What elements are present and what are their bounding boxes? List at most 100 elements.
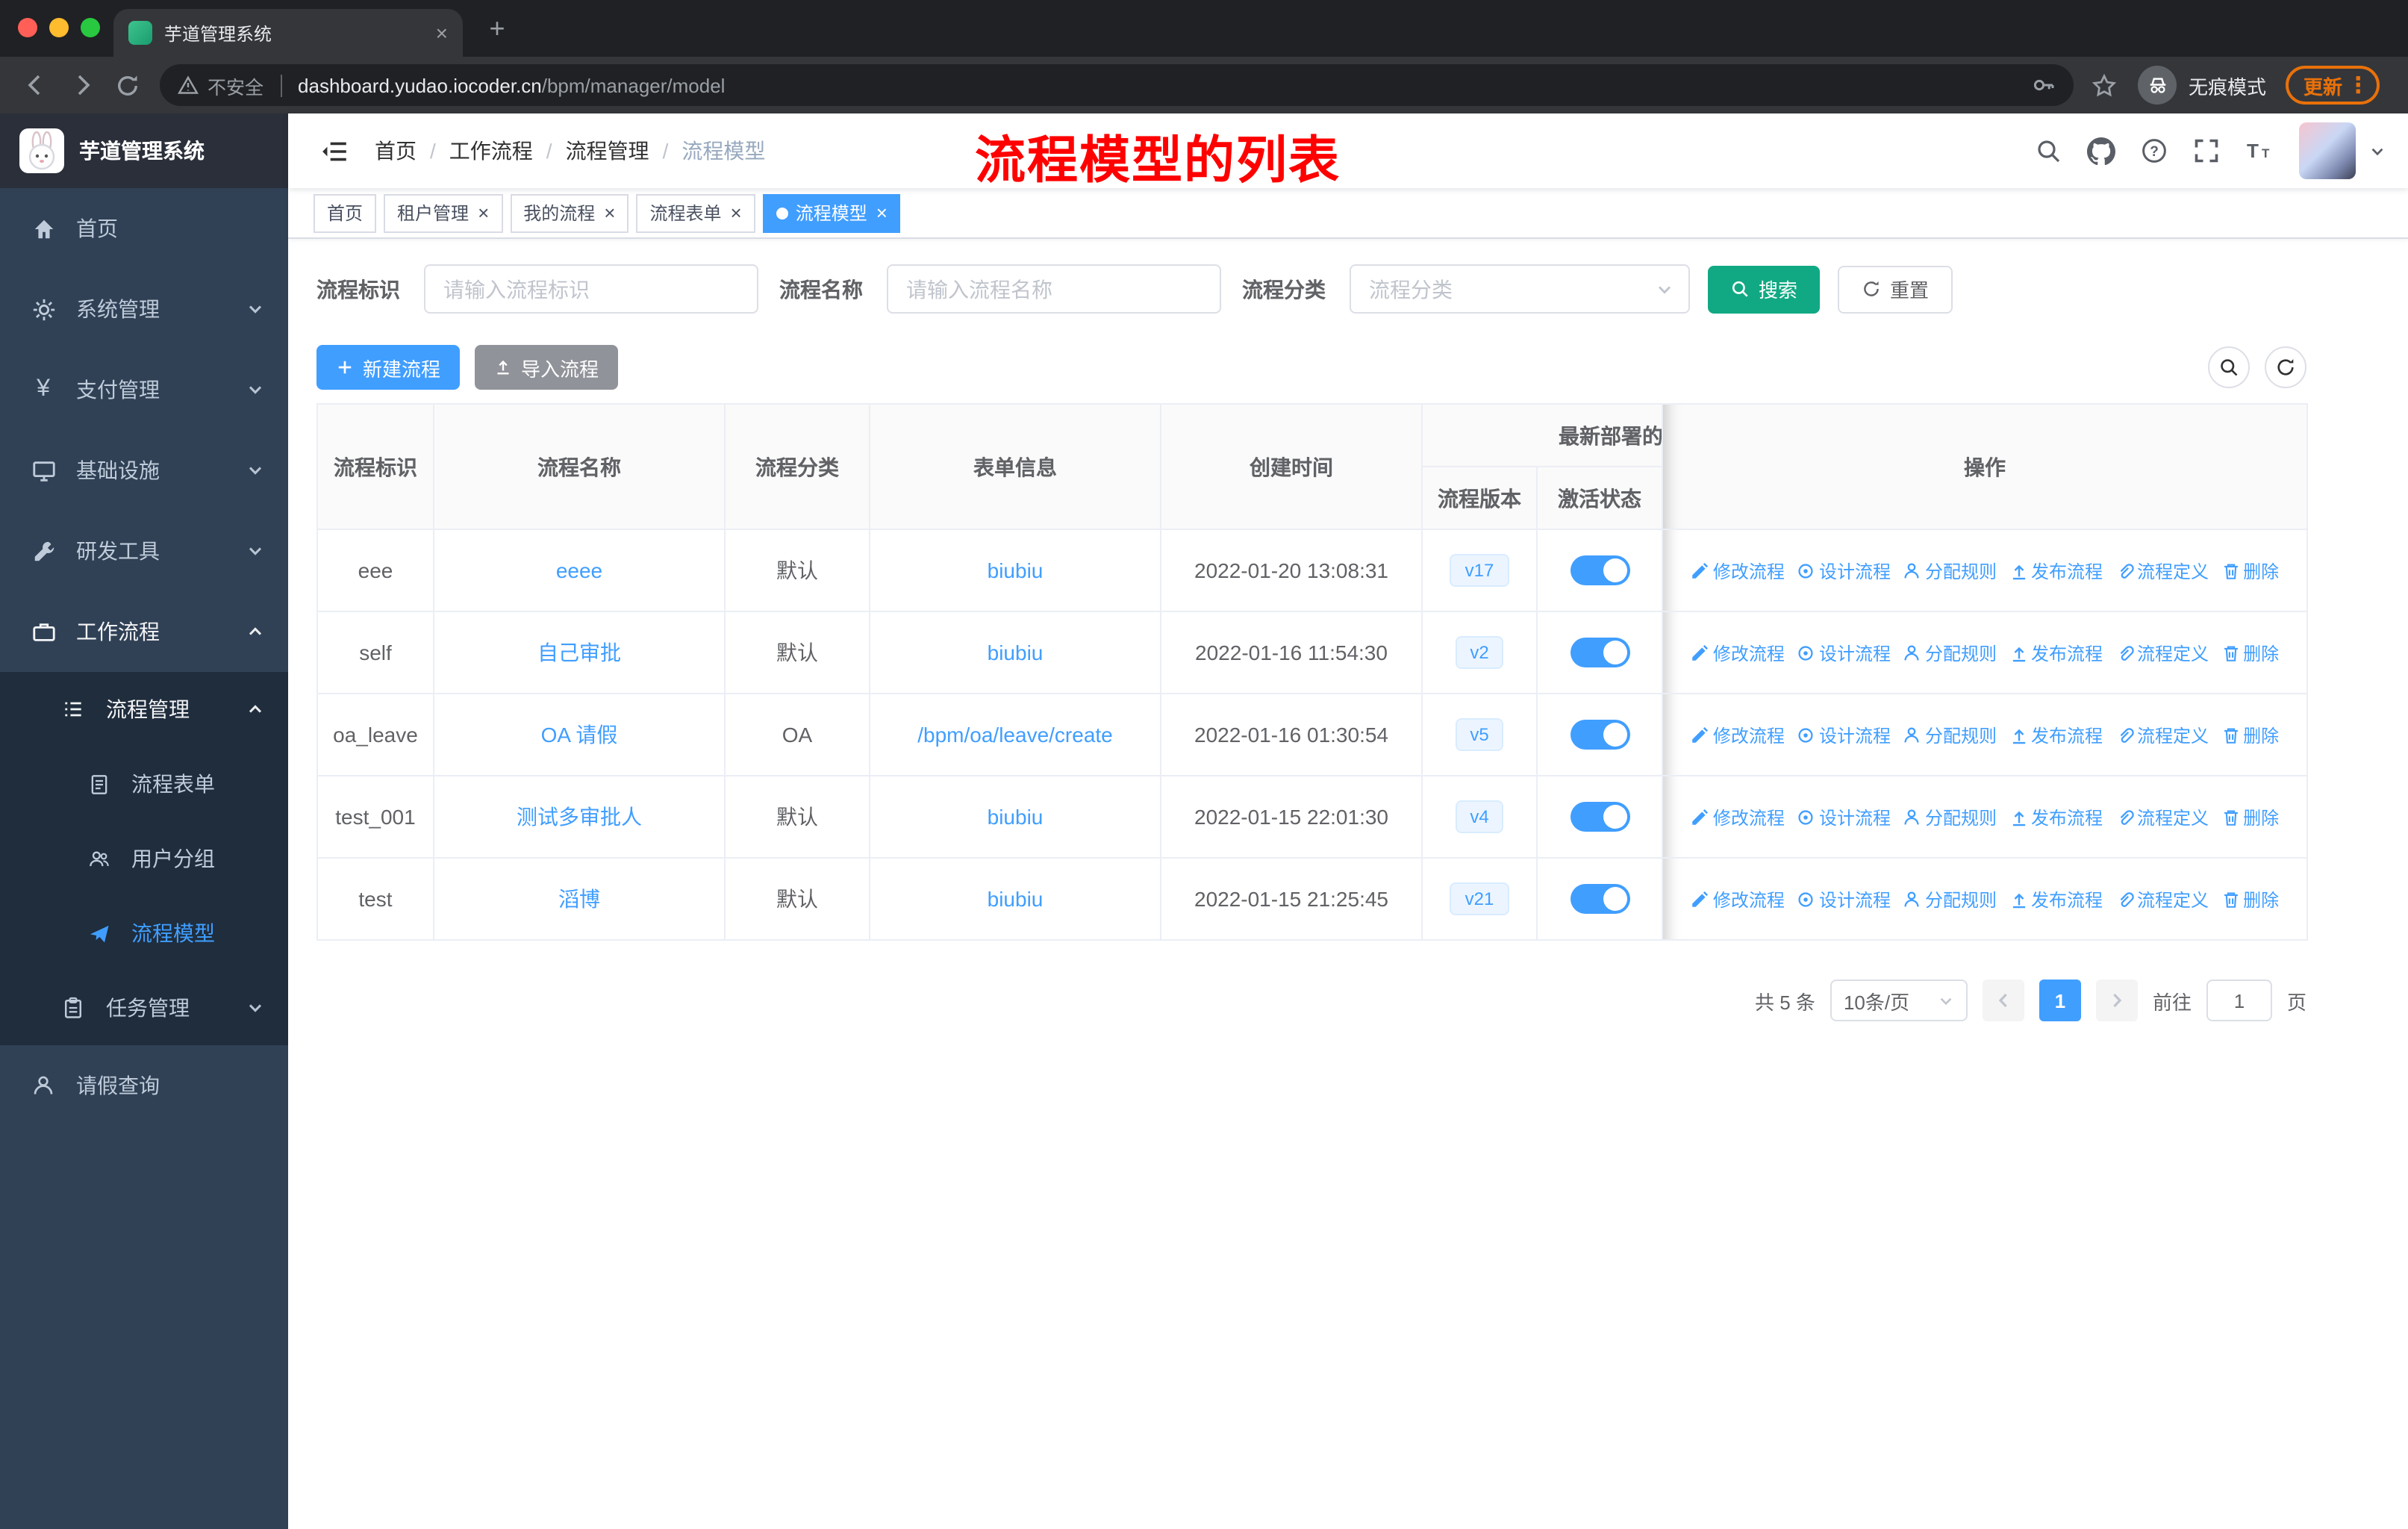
breadcrumb-workflow[interactable]: 工作流程 [449, 136, 533, 166]
delete-process-link[interactable]: 删除 [2221, 805, 2279, 830]
process-definition-link[interactable]: 流程定义 [2115, 558, 2209, 584]
tag-home[interactable]: 首页 [314, 193, 377, 232]
form-info-link[interactable]: biubiu [988, 887, 1044, 911]
delete-process-link[interactable]: 删除 [2221, 558, 2279, 584]
publish-process-link[interactable]: 发布流程 [2009, 887, 2103, 912]
tag-close-icon[interactable]: × [876, 203, 888, 222]
process-name-link[interactable]: 自己审批 [537, 641, 621, 664]
process-definition-link[interactable]: 流程定义 [2115, 887, 2209, 912]
process-definition-link[interactable]: 流程定义 [2115, 641, 2209, 666]
forward-button[interactable] [69, 72, 96, 99]
window-minimize-button[interactable] [49, 18, 69, 37]
process-key-input[interactable] [424, 264, 758, 314]
modify-process-link[interactable]: 修改流程 [1691, 887, 1785, 912]
design-process-link[interactable]: 设计流程 [1797, 641, 1891, 666]
form-info-link[interactable]: biubiu [988, 641, 1044, 664]
create-process-button[interactable]: 新建流程 [316, 345, 461, 390]
breadcrumb-process-management[interactable]: 流程管理 [566, 136, 649, 166]
modify-process-link[interactable]: 修改流程 [1691, 805, 1785, 830]
category-select[interactable]: 流程分类 [1350, 264, 1690, 314]
sidebar-item-process-model[interactable]: 流程模型 [0, 896, 288, 971]
sidebar-item-task-management[interactable]: 任务管理 [0, 971, 288, 1045]
modify-process-link[interactable]: 修改流程 [1691, 723, 1785, 748]
tag-process-model[interactable]: 流程模型 × [762, 193, 901, 232]
page-size-select[interactable]: 10条/页 [1830, 980, 1968, 1021]
assign-rule-link[interactable]: 分配规则 [1903, 723, 1997, 748]
publish-process-link[interactable]: 发布流程 [2009, 641, 2103, 666]
search-icon[interactable] [2035, 137, 2062, 164]
tag-tenant[interactable]: 租户管理 × [384, 193, 503, 232]
process-name-link[interactable]: 滔博 [558, 887, 600, 911]
assign-rule-link[interactable]: 分配规则 [1903, 805, 1997, 830]
github-icon[interactable] [2087, 137, 2115, 165]
publish-process-link[interactable]: 发布流程 [2009, 558, 2103, 584]
assign-rule-link[interactable]: 分配规则 [1903, 887, 1997, 912]
process-name-link[interactable]: OA 请假 [541, 723, 618, 747]
process-name-link[interactable]: eeee [556, 558, 602, 582]
tag-close-icon[interactable]: × [731, 203, 742, 222]
design-process-link[interactable]: 设计流程 [1797, 887, 1891, 912]
sidebar-item-infrastructure[interactable]: 基础设施 [0, 430, 288, 511]
active-toggle[interactable] [1570, 720, 1629, 750]
process-definition-link[interactable]: 流程定义 [2115, 805, 2209, 830]
tab-close-icon[interactable]: × [436, 22, 448, 43]
sidebar-item-process-management[interactable]: 流程管理 [0, 672, 288, 747]
reload-button[interactable] [115, 72, 140, 98]
form-info-link[interactable]: biubiu [988, 805, 1044, 829]
assign-rule-link[interactable]: 分配规则 [1903, 641, 1997, 666]
url-bar[interactable]: 不安全 dashboard.yudao.iocoder.cn/bpm/manag… [160, 64, 2074, 106]
reset-button[interactable]: 重置 [1838, 265, 1953, 313]
back-button[interactable] [22, 72, 49, 99]
form-info-link[interactable]: /bpm/oa/leave/create [917, 723, 1113, 747]
sidebar-item-payment[interactable]: ¥ 支付管理 [0, 349, 288, 430]
fullscreen-icon[interactable] [2193, 137, 2220, 164]
sidebar-item-system[interactable]: 系统管理 [0, 269, 288, 349]
sidebar-item-process-form[interactable]: 流程表单 [0, 747, 288, 821]
breadcrumb-home[interactable]: 首页 [375, 136, 417, 166]
toggle-search-button[interactable] [2208, 346, 2250, 388]
sidebar-item-workflow[interactable]: 工作流程 [0, 591, 288, 672]
assign-rule-link[interactable]: 分配规则 [1903, 558, 1997, 584]
process-name-link[interactable]: 测试多审批人 [517, 805, 642, 829]
form-info-link[interactable]: biubiu [988, 558, 1044, 582]
sidebar-fold-icon[interactable] [321, 137, 349, 165]
goto-page-input[interactable] [2206, 980, 2272, 1021]
process-name-input[interactable] [887, 264, 1221, 314]
help-icon[interactable]: ? [2141, 137, 2168, 164]
refresh-button[interactable] [2265, 346, 2306, 388]
publish-process-link[interactable]: 发布流程 [2009, 723, 2103, 748]
design-process-link[interactable]: 设计流程 [1797, 558, 1891, 584]
window-close-button[interactable] [18, 18, 37, 37]
active-toggle[interactable] [1570, 802, 1629, 832]
user-avatar[interactable] [2299, 122, 2356, 179]
active-toggle[interactable] [1570, 555, 1629, 585]
design-process-link[interactable]: 设计流程 [1797, 723, 1891, 748]
delete-process-link[interactable]: 删除 [2221, 723, 2279, 748]
design-process-link[interactable]: 设计流程 [1797, 805, 1891, 830]
font-size-icon[interactable]: TT [2245, 137, 2274, 164]
sidebar-item-user-group[interactable]: 用户分组 [0, 821, 288, 896]
modify-process-link[interactable]: 修改流程 [1691, 558, 1785, 584]
import-process-button[interactable]: 导入流程 [475, 345, 619, 390]
browser-menu-icon[interactable]: ⋮ [2347, 74, 2369, 96]
delete-process-link[interactable]: 删除 [2221, 887, 2279, 912]
prev-page-button[interactable] [1982, 980, 2024, 1021]
next-page-button[interactable] [2095, 980, 2138, 1021]
sidebar-item-leave-query[interactable]: 请假查询 [0, 1045, 288, 1126]
active-toggle[interactable] [1570, 638, 1629, 667]
tag-close-icon[interactable]: × [478, 203, 489, 222]
window-zoom-button[interactable] [81, 18, 100, 37]
bookmark-star-icon[interactable] [2092, 72, 2117, 98]
tag-close-icon[interactable]: × [604, 203, 615, 222]
sidebar-item-devtools[interactable]: 研发工具 [0, 511, 288, 591]
new-tab-button[interactable]: + [481, 12, 514, 45]
delete-process-link[interactable]: 删除 [2221, 641, 2279, 666]
password-key-icon[interactable] [2032, 73, 2056, 97]
process-definition-link[interactable]: 流程定义 [2115, 723, 2209, 748]
tag-process-form[interactable]: 流程表单 × [636, 193, 755, 232]
publish-process-link[interactable]: 发布流程 [2009, 805, 2103, 830]
browser-update-button[interactable]: 更新 ⋮ [2286, 66, 2380, 105]
search-button[interactable]: 搜索 [1708, 265, 1821, 313]
avatar-caret-icon[interactable] [2369, 143, 2386, 159]
active-toggle[interactable] [1570, 884, 1629, 914]
